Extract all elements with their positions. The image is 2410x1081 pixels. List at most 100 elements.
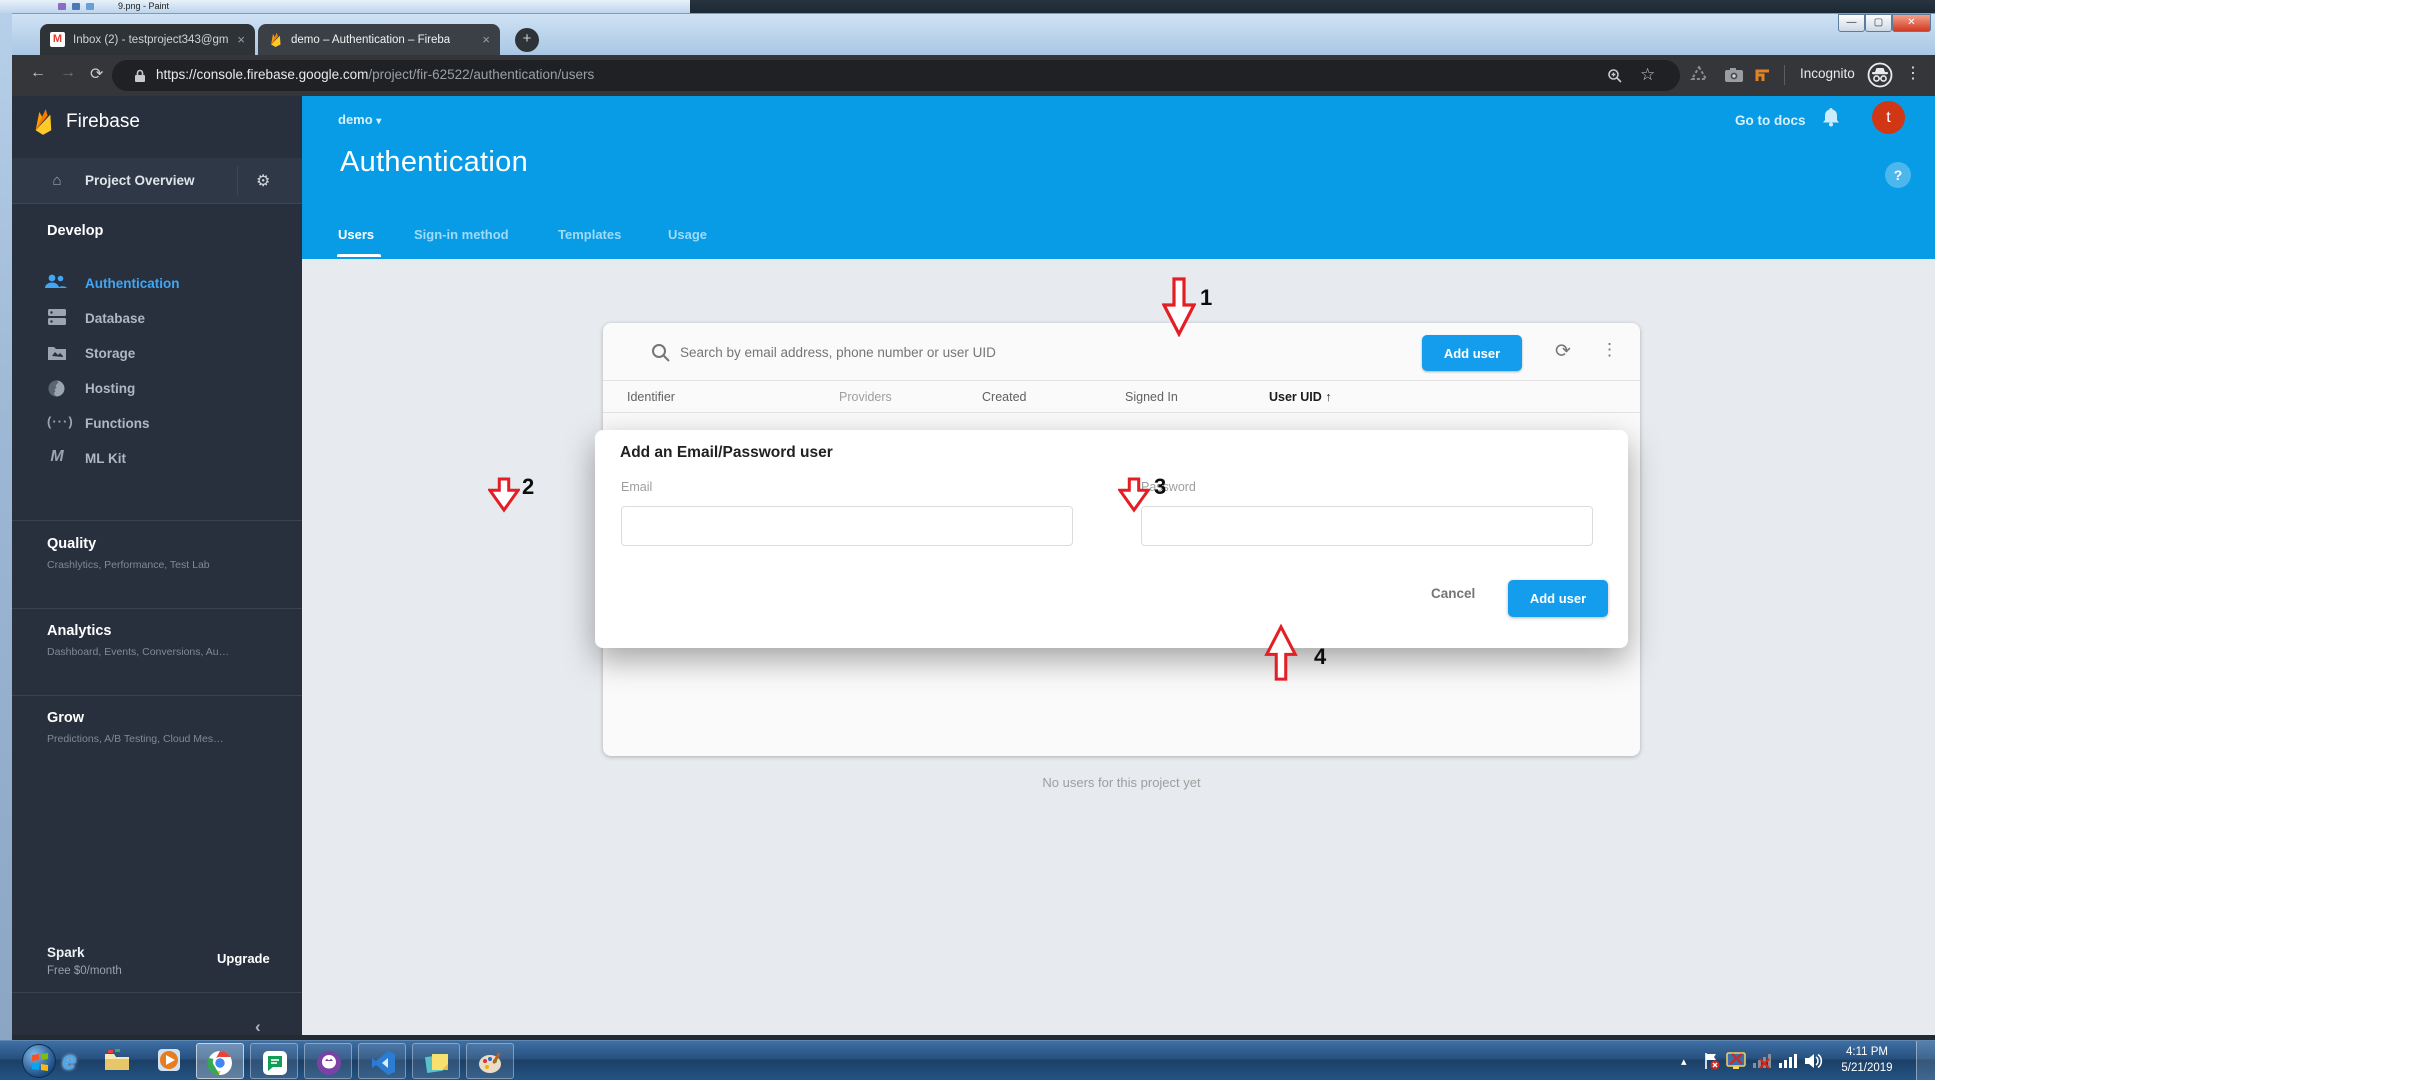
signal-strength-tray-icon[interactable] — [1778, 1053, 1798, 1069]
notifications-bell-icon[interactable] — [1822, 107, 1840, 127]
add-user-button[interactable]: Add user — [1422, 335, 1522, 371]
media-player-icon[interactable] — [156, 1047, 182, 1073]
page-title: Authentication — [340, 146, 528, 179]
taskbar-paint-button[interactable] — [466, 1043, 514, 1079]
upgrade-button[interactable]: Upgrade — [217, 951, 270, 966]
windows-explorer-icon[interactable] — [104, 1047, 130, 1073]
tampermonkey-extension-icon[interactable] — [1754, 66, 1772, 84]
project-settings-gear-icon[interactable]: ⚙ — [256, 171, 270, 191]
firebase-logo-icon — [32, 108, 54, 136]
functions-icon: (···) — [47, 414, 67, 429]
sidebar-item-database[interactable]: Database — [85, 311, 145, 326]
dialog-add-user-button[interactable]: Add user — [1508, 580, 1608, 617]
maximize-icon: ▢ — [1874, 17, 1883, 28]
tab-users[interactable]: Users — [338, 227, 374, 242]
tab-usage[interactable]: Usage — [668, 227, 707, 242]
window-maximize-button[interactable]: ▢ — [1865, 14, 1892, 32]
taskbar-visual-studio-button[interactable] — [358, 1043, 406, 1079]
sidebar-item-functions[interactable]: Functions — [85, 416, 150, 431]
section-quality[interactable]: Quality — [47, 536, 96, 552]
show-desktop-button[interactable] — [1916, 1041, 1935, 1081]
sidebar-item-hosting[interactable]: Hosting — [85, 381, 135, 396]
visual-studio-icon — [370, 1050, 396, 1076]
plan-price: Free $0/month — [47, 965, 122, 977]
column-identifier[interactable]: Identifier — [627, 390, 675, 404]
internet-explorer-icon[interactable]: e — [62, 1047, 88, 1073]
action-center-flag-icon[interactable] — [1703, 1052, 1721, 1070]
clock-time: 4:11 PM — [1828, 1044, 1906, 1060]
window-minimize-button[interactable]: — — [1838, 14, 1865, 32]
toolbar-divider — [1784, 65, 1785, 85]
taskbar-github-desktop-button[interactable] — [304, 1043, 352, 1079]
section-grow[interactable]: Grow — [47, 710, 84, 726]
avatar[interactable]: t — [1872, 101, 1905, 134]
sidebar-item-ml-kit[interactable]: ML Kit — [85, 451, 126, 466]
step4-number: 4 — [1314, 644, 1326, 670]
paint-icon — [478, 1050, 504, 1076]
taskbar-sticky-notes-button[interactable] — [412, 1043, 460, 1079]
display-driver-tray-icon[interactable] — [1726, 1051, 1746, 1071]
chrome-icon — [207, 1050, 233, 1076]
firebase-brand[interactable]: Firebase — [32, 108, 140, 136]
browser-tab-gmail[interactable]: M Inbox (2) - testproject343@gmai × — [40, 24, 255, 55]
start-button[interactable] — [22, 1044, 56, 1078]
email-field[interactable] — [621, 506, 1073, 546]
refresh-icon[interactable]: ⟳ — [1555, 340, 1571, 363]
quality-subitems: Crashlytics, Performance, Test Lab — [47, 559, 210, 571]
taskbar-chat-button[interactable] — [250, 1043, 298, 1079]
bookmark-star-icon[interactable]: ☆ — [1640, 65, 1655, 85]
taskbar-chrome-button[interactable] — [196, 1043, 244, 1079]
address-bar[interactable]: https://console.firebase.google.com/proj… — [112, 60, 1680, 91]
empty-state-message: No users for this project yet — [603, 775, 1640, 790]
tab-templates[interactable]: Templates — [558, 227, 621, 242]
search-input[interactable] — [680, 345, 1380, 360]
url-path: /project/fir-62522/authentication/users — [368, 67, 594, 82]
go-to-docs-link[interactable]: Go to docs — [1735, 113, 1806, 128]
browser-tab-firebase[interactable]: demo – Authentication – Fireba × — [258, 24, 500, 55]
sidebar-item-project-overview[interactable]: ⌂ Project Overview ⚙ — [12, 158, 302, 204]
back-icon[interactable]: ← — [30, 64, 46, 82]
help-button[interactable]: ? — [1885, 162, 1911, 188]
forward-icon[interactable]: → — [60, 64, 76, 82]
taskbar-clock[interactable]: 4:11 PM 5/21/2019 — [1828, 1044, 1906, 1076]
grow-subitems: Predictions, A/B Testing, Cloud Mes… — [47, 733, 224, 745]
reload-icon[interactable]: ⟳ — [90, 64, 103, 84]
tab-close-icon[interactable]: × — [237, 32, 245, 47]
table-menu-icon[interactable]: ⋮ — [1601, 340, 1618, 360]
close-icon: ✕ — [1907, 17, 1915, 28]
plan-name: Spark — [47, 945, 85, 960]
cancel-button[interactable]: Cancel — [1431, 586, 1475, 601]
column-signed-in[interactable]: Signed In — [1125, 390, 1178, 404]
authentication-header: demo ▾ Authentication Users Sign-in meth… — [302, 96, 1935, 259]
gmail-icon: M — [50, 32, 65, 47]
zoom-icon[interactable] — [1607, 68, 1623, 84]
sidebar-item-storage[interactable]: Storage — [85, 346, 135, 361]
paint-window-title: 9.png - Paint — [118, 1, 169, 11]
tray-chevron-icon[interactable]: ▴ — [1681, 1055, 1687, 1068]
paint-window-titlebar: 9.png - Paint — [0, 0, 1935, 13]
paint-toolbar-icon — [58, 3, 66, 10]
chat-icon — [262, 1050, 288, 1076]
camera-extension-icon[interactable] — [1724, 67, 1744, 83]
step1-arrow-icon — [1162, 277, 1196, 337]
chrome-menu-icon[interactable]: ⋮ — [1905, 63, 1921, 83]
extension-icon-1[interactable] — [1690, 66, 1708, 84]
column-user-uid[interactable]: User UID ↑ — [1269, 390, 1332, 404]
clock-date: 5/21/2019 — [1828, 1060, 1906, 1076]
taskbar: e — [0, 1040, 1935, 1080]
new-tab-button[interactable]: + — [515, 28, 539, 52]
step3-number: 3 — [1154, 474, 1166, 500]
password-field[interactable] — [1141, 506, 1593, 546]
column-created[interactable]: Created — [982, 390, 1026, 404]
tab-close-icon[interactable]: × — [482, 32, 490, 47]
tab-sign-in-method[interactable]: Sign-in method — [414, 227, 509, 242]
column-providers[interactable]: Providers — [839, 390, 892, 404]
sidebar-item-authentication[interactable]: Authentication — [85, 276, 180, 291]
project-selector[interactable]: demo ▾ — [338, 112, 381, 127]
volume-tray-icon[interactable] — [1804, 1052, 1824, 1070]
network-disabled-tray-icon[interactable] — [1752, 1053, 1772, 1069]
window-close-button[interactable]: ✕ — [1892, 14, 1931, 32]
sidebar-collapse-icon[interactable]: ‹ — [255, 1017, 261, 1037]
incognito-label: Incognito — [1800, 66, 1855, 81]
section-analytics[interactable]: Analytics — [47, 623, 111, 639]
